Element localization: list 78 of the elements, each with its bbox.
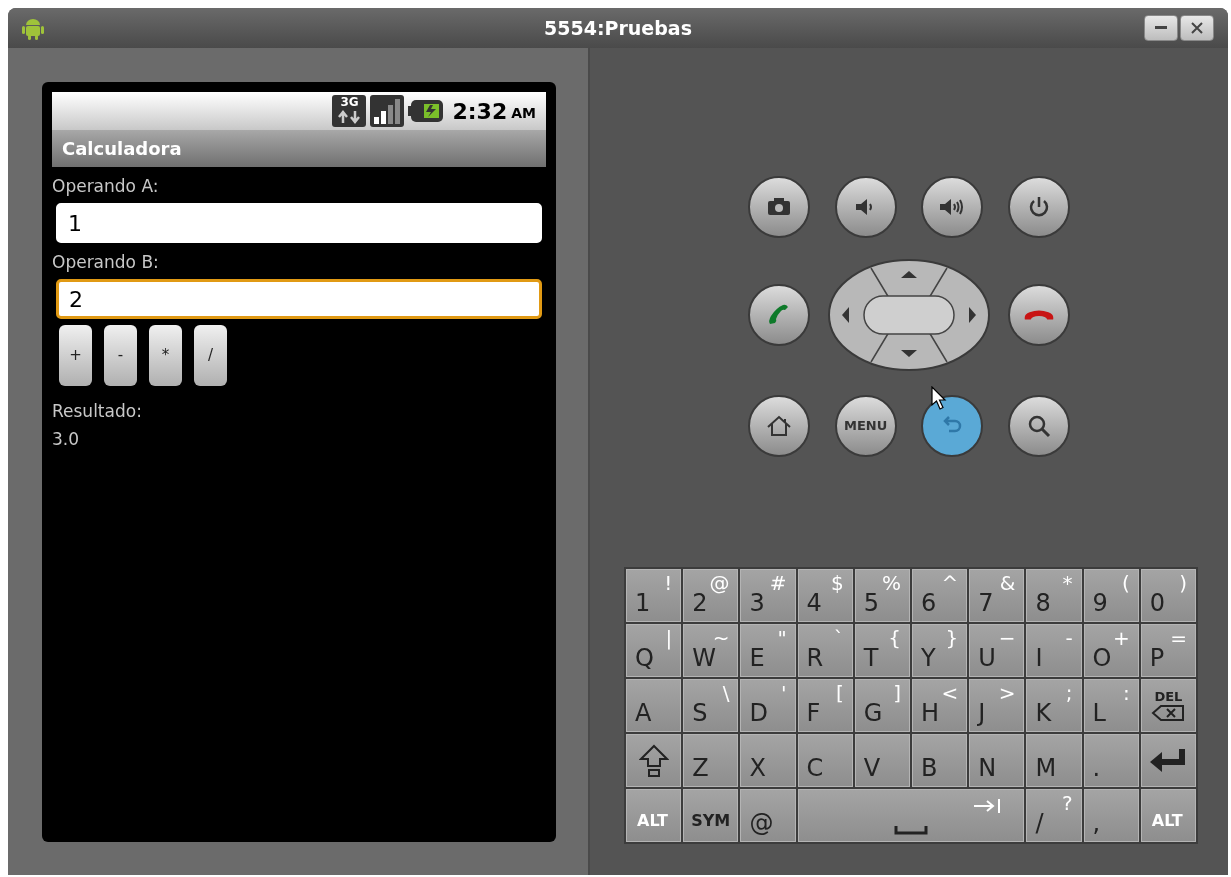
keyboard-key[interactable]: @	[740, 789, 796, 842]
keyboard-key[interactable]: .	[1083, 734, 1139, 787]
operator-button[interactable]: /	[194, 325, 227, 386]
keyboard-key[interactable]: P =	[1140, 624, 1196, 677]
keyboard-key[interactable]: A	[626, 679, 682, 732]
keyboard-key[interactable]: T {	[854, 624, 910, 677]
keyboard-key[interactable]: N	[969, 734, 1025, 787]
keyboard-key[interactable]: 0 )	[1140, 569, 1196, 622]
android-robot-icon	[22, 16, 44, 40]
keyboard-key[interactable]: 5 %	[854, 569, 910, 622]
keyboard-key[interactable]: ,	[1083, 789, 1139, 842]
text-input-field[interactable]: 1	[56, 203, 542, 243]
keyboard-key[interactable]: ALT	[626, 789, 682, 842]
shift-icon	[638, 743, 669, 778]
network-type: 3G	[340, 95, 359, 110]
minimize-button[interactable]	[1144, 15, 1178, 41]
mouse-pointer-icon	[931, 386, 947, 410]
keyboard-key[interactable]: F [	[797, 679, 853, 732]
operator-button[interactable]: -	[104, 325, 137, 386]
menu-button[interactable]: MENU	[834, 395, 897, 457]
text-input-field[interactable]: 2	[56, 279, 542, 319]
hang-up-icon	[1024, 310, 1054, 320]
window-title: 5554:Pruebas	[544, 16, 692, 39]
keyboard-key[interactable]: SYM	[683, 789, 739, 842]
keyboard-key[interactable]: Q |	[626, 624, 682, 677]
keyboard-key[interactable]: V	[854, 734, 910, 787]
keyboard-key[interactable]: 4 $	[797, 569, 853, 622]
keyboard-key[interactable]: DEL	[1140, 679, 1196, 732]
keyboard-key[interactable]	[1140, 734, 1196, 787]
app-title: Calculadora	[62, 137, 182, 161]
signal-icon	[370, 95, 405, 127]
minimize-icon	[1155, 26, 1167, 30]
backspace-icon	[1151, 703, 1186, 722]
keyboard-key[interactable]: X	[740, 734, 796, 787]
keyboard-key[interactable]: W ~	[683, 624, 739, 677]
keyboard-key[interactable]: 6 ^	[912, 569, 968, 622]
operator-button[interactable]: +	[59, 325, 92, 386]
keyboard-key[interactable]: D '	[740, 679, 796, 732]
close-icon	[1191, 22, 1203, 34]
operator-button[interactable]: *	[149, 325, 182, 386]
space-bar-icon	[893, 825, 928, 835]
keyboard-key[interactable]: L :	[1083, 679, 1139, 732]
keyboard-key[interactable]: / ?	[1026, 789, 1082, 842]
keyboard-key[interactable]: Y }	[912, 624, 968, 677]
keyboard-key[interactable]: 1 !	[626, 569, 682, 622]
keyboard-key[interactable]: Z	[683, 734, 739, 787]
clock-meridiem: AM	[511, 104, 536, 123]
keyboard-key[interactable]: E "	[740, 624, 796, 677]
result-label: Resultado:	[52, 400, 143, 422]
keyboard-key[interactable]: ALT	[1140, 789, 1196, 842]
keyboard-key[interactable]: 2 @	[683, 569, 739, 622]
keyboard-key[interactable]: I -	[1026, 624, 1082, 677]
keyboard-key[interactable]: R `	[797, 624, 853, 677]
tab-arrow-icon	[973, 798, 1002, 814]
keyboard-key[interactable]: 3 #	[740, 569, 796, 622]
keyboard-key[interactable]: 8 *	[1026, 569, 1082, 622]
keyboard-key[interactable]: O +	[1083, 624, 1139, 677]
keyboard-key[interactable]: S \	[683, 679, 739, 732]
result-value: 3.0	[52, 428, 81, 450]
keyboard-key[interactable]: 7 &	[969, 569, 1025, 622]
keyboard-key[interactable]	[626, 734, 682, 787]
keyboard-key[interactable]: 9 (	[1083, 569, 1139, 622]
keyboard-key[interactable]: M	[1026, 734, 1082, 787]
close-button[interactable]	[1180, 15, 1214, 41]
keyboard-key[interactable]: K ;	[1026, 679, 1082, 732]
directional-pad[interactable]	[827, 258, 991, 372]
keyboard-key[interactable]: B	[912, 734, 968, 787]
data-arrows-icon	[336, 110, 363, 124]
battery-charging-icon	[408, 99, 445, 123]
field-label: Operando A:	[52, 175, 160, 197]
keyboard-key[interactable]: J >	[969, 679, 1025, 732]
clock-time: 2:32	[452, 97, 508, 126]
keyboard-key[interactable]: C	[797, 734, 853, 787]
field-label: Operando B:	[52, 251, 160, 273]
keyboard-key[interactable]: G ]	[854, 679, 910, 732]
keyboard-key[interactable]: H <	[912, 679, 968, 732]
keyboard-key[interactable]: U −	[969, 624, 1025, 677]
keyboard-key[interactable]	[797, 789, 1025, 842]
